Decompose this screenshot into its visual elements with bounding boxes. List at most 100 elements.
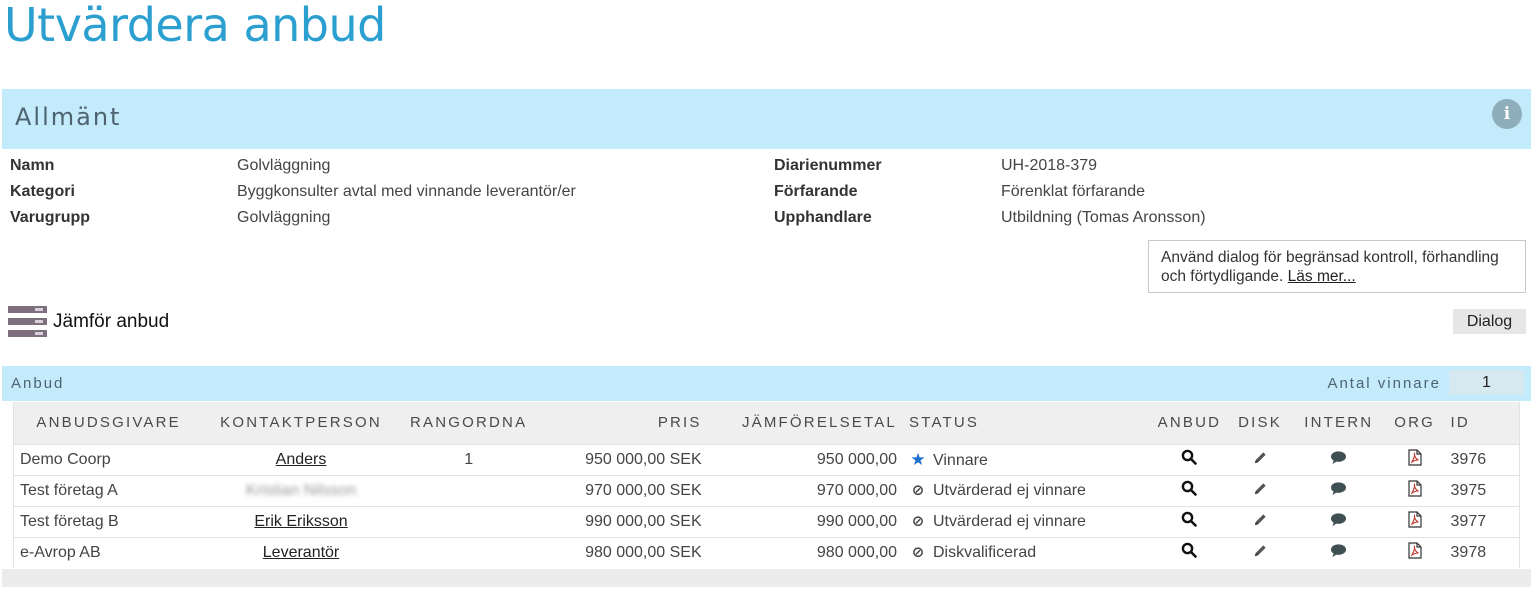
status-label: Utvärderad ej vinnare	[932, 513, 1086, 530]
cell-rank	[399, 475, 539, 506]
status-label: Diskvalificerad	[932, 544, 1037, 562]
table-row: e-Avrop AB Leverantör 980 000,00 SEK 980 00…	[14, 537, 1519, 568]
field-label-kategori: Kategori	[10, 183, 75, 200]
search-icon[interactable]	[1181, 511, 1198, 532]
column-header-org: ORG	[1394, 414, 1435, 432]
cell-id: 3975	[1450, 481, 1487, 499]
cell-org	[1385, 444, 1445, 475]
general-section-header: Allmänt i	[2, 89, 1531, 149]
cell-comparison: 990 000,00	[816, 512, 897, 530]
column-header-rank[interactable]: RANGORDNA	[399, 402, 539, 444]
table-header-row: ANBUDSGIVARE KONTAKTPERSON RANGORDNA PRI…	[14, 402, 1519, 444]
cell-contact: Erik Eriksson	[203, 506, 399, 537]
read-more-link[interactable]: Läs mer...	[1288, 268, 1356, 285]
pencil-icon[interactable]	[1253, 481, 1268, 501]
cell-status: ⊘ Diskvalificerad	[903, 537, 1152, 568]
contact-person-link[interactable]: Erik Eriksson	[254, 513, 347, 530]
pencil-icon[interactable]	[1253, 512, 1268, 532]
column-header-intern: INTERN	[1304, 414, 1374, 432]
cell-contact: Leverantör	[203, 537, 399, 568]
column-header-comparison[interactable]: JÄMFÖRELSETAL	[708, 402, 903, 444]
page-title: Utvärdera anbud	[4, 0, 386, 52]
cell-contact: Anders	[203, 444, 399, 475]
field-value-namn: Golvläggning	[237, 157, 331, 174]
pdf-icon[interactable]	[1407, 479, 1422, 502]
winners-count-input[interactable]	[1449, 370, 1524, 395]
cell-comparison: 980 000,00	[816, 543, 897, 561]
general-section-title: Allmänt	[15, 103, 122, 131]
column-header-contact[interactable]: KONTAKTPERSON	[203, 402, 399, 444]
search-icon[interactable]	[1181, 542, 1198, 563]
dialog-button[interactable]: Dialog	[1453, 309, 1526, 334]
cell-bidder: Test företag A	[20, 481, 118, 499]
cell-org	[1385, 475, 1445, 506]
cell-intern	[1293, 444, 1385, 475]
cell-org	[1385, 506, 1445, 537]
column-header-disk: DISK	[1238, 414, 1282, 432]
cell-rank	[399, 506, 539, 537]
cell-disk	[1227, 444, 1293, 475]
pencil-icon[interactable]	[1253, 543, 1268, 563]
ban-icon: ⊘	[911, 482, 925, 499]
cell-status: ⊘ Utvärderad ej vinnare	[903, 475, 1152, 506]
contact-person-link[interactable]: Leverantör	[263, 544, 340, 561]
cell-bid-view	[1152, 475, 1228, 506]
field-value-forfarande: Förenklat förfarande	[1001, 183, 1146, 200]
cell-bidder: Demo Coorp	[20, 450, 111, 468]
status-label: Utvärderad ej vinnare	[932, 482, 1086, 499]
pencil-icon[interactable]	[1253, 450, 1268, 470]
bids-table: ANBUDSGIVARE KONTAKTPERSON RANGORDNA PRI…	[14, 402, 1519, 568]
table-row: Demo Coorp Anders 1 950 000,00 SEK 950 000,0…	[14, 444, 1519, 475]
cell-intern	[1293, 475, 1385, 506]
bids-table-container: ANBUDSGIVARE KONTAKTPERSON RANGORDNA PRI…	[13, 402, 1520, 568]
search-icon[interactable]	[1181, 449, 1198, 470]
column-header-bidder[interactable]: ANBUDSGIVARE	[14, 402, 203, 444]
winners-count-label: Antal vinnare	[1327, 375, 1441, 392]
cell-comparison: 950 000,00	[816, 450, 897, 468]
table-row: Test företag B Erik Eriksson 990 000,00 SE…	[14, 506, 1519, 537]
cell-intern	[1293, 506, 1385, 537]
cell-bid-view	[1152, 506, 1228, 537]
field-label-diarienummer: Diarienummer	[774, 157, 882, 174]
compare-bids-title: Jämför anbud	[53, 311, 170, 332]
table-row: Test företag A Kristian Nilsson 970 000,00…	[14, 475, 1519, 506]
pdf-icon[interactable]	[1407, 510, 1422, 533]
comment-icon[interactable]	[1330, 481, 1347, 501]
cell-contact: Kristian Nilsson	[203, 475, 399, 506]
comment-icon[interactable]	[1330, 543, 1347, 563]
cell-status: ⊘ Utvärderad ej vinnare	[903, 506, 1152, 537]
cell-intern	[1293, 537, 1385, 568]
cell-bidder: e-Avrop AB	[20, 543, 101, 561]
cell-comparison: 970 000,00	[816, 481, 897, 499]
star-icon: ★	[910, 449, 926, 469]
dialog-notice: Använd dialog för begränsad kontroll, fö…	[1148, 240, 1526, 293]
compare-bids-icon	[8, 306, 47, 337]
status-label: Vinnare	[932, 451, 988, 469]
cell-disk	[1227, 506, 1293, 537]
cell-id: 3977	[1450, 512, 1487, 530]
horizontal-scrollbar[interactable]	[2, 569, 1531, 587]
cell-bidder: Test företag B	[20, 512, 119, 530]
cell-price: 980 000,00 SEK	[585, 543, 702, 561]
cell-disk	[1227, 475, 1293, 506]
pdf-icon[interactable]	[1407, 448, 1422, 471]
bids-section-title: Anbud	[11, 375, 65, 392]
cell-id: 3978	[1450, 543, 1487, 561]
column-header-bid: ANBUD	[1157, 414, 1222, 432]
field-value-varugrupp: Golvläggning	[237, 209, 331, 226]
contact-person-link[interactable]: Anders	[276, 451, 327, 468]
comment-icon[interactable]	[1330, 450, 1347, 470]
info-icon[interactable]: i	[1492, 99, 1522, 129]
field-value-diarienummer: UH-2018-379	[1001, 157, 1098, 174]
cell-price: 950 000,00 SEK	[585, 450, 702, 468]
column-header-status[interactable]: STATUS	[903, 402, 1152, 444]
comment-icon[interactable]	[1330, 512, 1347, 532]
column-header-id[interactable]: ID	[1445, 402, 1519, 444]
cell-disk	[1227, 537, 1293, 568]
column-header-price[interactable]: PRIS	[539, 402, 708, 444]
pdf-icon[interactable]	[1407, 542, 1422, 564]
cell-org	[1385, 537, 1445, 568]
cell-bid-view	[1152, 444, 1228, 475]
search-icon[interactable]	[1181, 480, 1198, 501]
bids-section-header: Anbud Antal vinnare	[2, 366, 1531, 401]
